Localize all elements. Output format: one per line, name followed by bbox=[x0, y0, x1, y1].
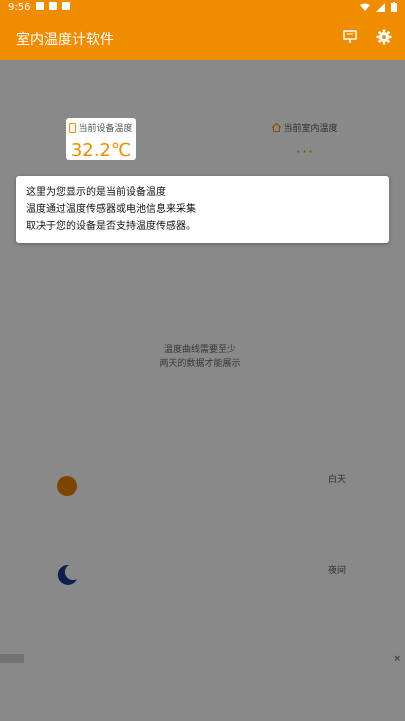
app-title: 室内温度计软件 bbox=[16, 32, 114, 48]
device-temperature-card[interactable]: 当前设备温度 32.2℃ bbox=[66, 118, 136, 161]
battery-icon bbox=[391, 2, 397, 12]
wifi-icon bbox=[360, 3, 370, 11]
gear-icon[interactable] bbox=[375, 28, 393, 46]
signal-icon bbox=[376, 2, 385, 12]
notification-icon bbox=[49, 2, 57, 10]
status-system-icons bbox=[360, 2, 397, 12]
app-bar: 室内温度计软件 bbox=[0, 16, 405, 60]
notification-icon bbox=[36, 2, 44, 10]
notification-icon bbox=[62, 2, 70, 10]
status-bar: 9:56 bbox=[0, 0, 405, 16]
app-actions bbox=[341, 28, 393, 46]
device-temperature-label-text: 当前设备温度 bbox=[78, 124, 133, 134]
device-temperature-label: 当前设备温度 bbox=[66, 121, 136, 134]
phone-icon bbox=[69, 122, 77, 133]
status-time: 9:56 bbox=[8, 2, 31, 13]
tooltip-line-3: 取决于您的设备是否支持温度传感器。 bbox=[26, 221, 196, 232]
guide-tooltip[interactable]: 这里为您显示的是当前设备温度 温度通过温度传感器或电池信息来采集 取决于您的设备… bbox=[16, 176, 389, 243]
guide-overlay[interactable] bbox=[0, 60, 405, 721]
status-notification-icons bbox=[36, 2, 70, 10]
device-temperature-value: 32.2℃ bbox=[70, 140, 132, 161]
tooltip-line-2: 温度通过温度传感器或电池信息来采集 bbox=[26, 204, 196, 215]
notes-icon[interactable] bbox=[341, 28, 359, 46]
tooltip-line-1: 这里为您显示的是当前设备温度 bbox=[26, 187, 166, 198]
